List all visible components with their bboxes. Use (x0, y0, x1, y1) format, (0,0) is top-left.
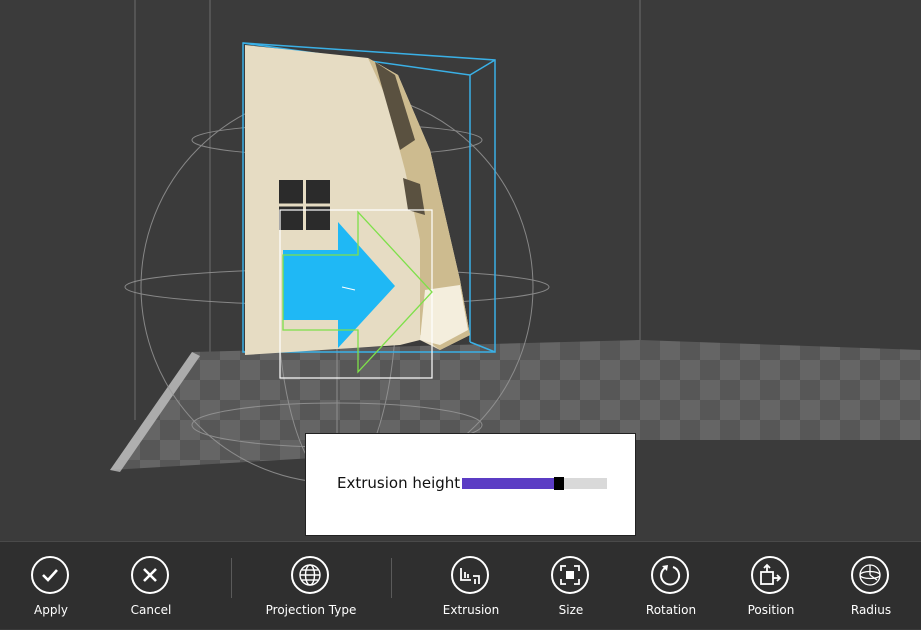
radius-button[interactable]: Radius (821, 542, 921, 630)
apply-label: Apply (34, 603, 68, 617)
slider-thumb[interactable] (554, 477, 564, 490)
size-label: Size (558, 603, 584, 617)
extrusion-icon (451, 556, 489, 594)
extrusion-button[interactable]: Extrusion (421, 542, 521, 630)
extrusion-height-slider[interactable] (462, 477, 607, 490)
close-icon (131, 556, 169, 594)
toolbar-divider (391, 558, 392, 598)
apply-button[interactable]: Apply (1, 542, 101, 630)
rotation-label: Rotation (645, 603, 697, 617)
slider-fill (462, 478, 557, 489)
3d-viewport[interactable]: Extrusion height (0, 0, 921, 541)
projection-type-button[interactable]: Projection Type (261, 542, 361, 630)
cancel-label: Cancel (130, 603, 172, 617)
projection-type-label: Projection Type (265, 603, 357, 617)
extrusion-label: Extrusion (442, 603, 500, 617)
radius-icon (851, 556, 889, 594)
size-button[interactable]: Size (521, 542, 621, 630)
rotation-button[interactable]: Rotation (621, 542, 721, 630)
rotate-icon (651, 556, 689, 594)
extrusion-height-panel: Extrusion height (305, 433, 636, 536)
position-button[interactable]: Position (721, 542, 821, 630)
cancel-button[interactable]: Cancel (101, 542, 201, 630)
radius-label: Radius (850, 603, 892, 617)
toolbar-divider (231, 558, 232, 598)
bottom-toolbar: Apply Cancel Projection Type Extrusion S… (0, 541, 921, 629)
resize-icon (551, 556, 589, 594)
extrusion-height-label: Extrusion height (337, 474, 461, 492)
checkmark-icon (31, 556, 69, 594)
move-icon (751, 556, 789, 594)
globe-icon (291, 556, 329, 594)
position-label: Position (747, 603, 795, 617)
